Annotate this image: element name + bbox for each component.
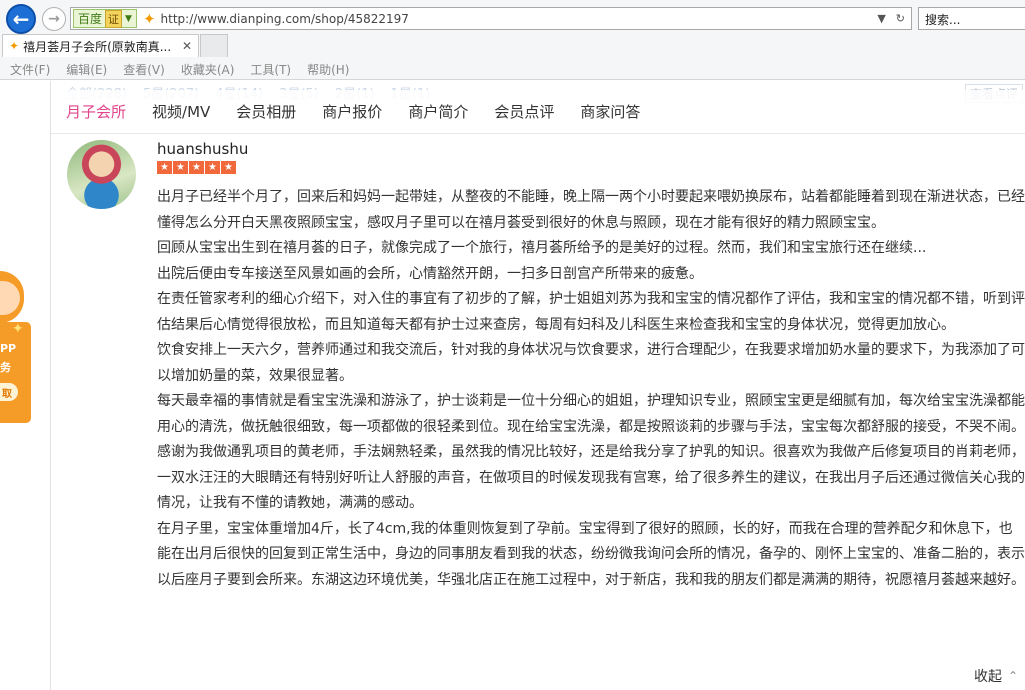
- review-paragraph: 每天最幸福的事情就是看宝宝洗澡和游泳了，护士谈莉是一位十分细心的姐姐，护理知识专…: [157, 393, 1025, 435]
- divider: [50, 81, 51, 690]
- browser-chrome: ← → 百度 证 ▼ ✦ http://www.dianping.com/sho…: [0, 0, 1025, 80]
- review-paragraph: 出月子已经半个月了，回来后和妈妈一起带娃，从整夜的不能睡，晚上隔一两个小时要起来…: [157, 189, 1025, 231]
- page-content: 全部(228) 5星(207) 4星(14) 3星(5) 2星(1) 1星(1)…: [0, 81, 1025, 690]
- review-paragraph: 在月子里，宝宝体重增加4斤，长了4cm,我的体重则恢复到了孕前。宝宝得到了很好的…: [157, 520, 1025, 588]
- review-paragraph: 回顾从宝宝出生到在禧月荟的日子，就像完成了一个旅行，禧月荟所给予的是美好的过程。…: [157, 240, 927, 256]
- tab-video[interactable]: 视频/MV: [152, 101, 210, 122]
- forward-button[interactable]: →: [42, 7, 66, 31]
- promo-line-2: 务: [0, 361, 11, 374]
- arrow-left-icon: ←: [12, 7, 30, 31]
- menu-bar: 文件(F) 编辑(E) 查看(V) 收藏夹(A) 工具(T) 帮助(H): [0, 58, 1025, 80]
- review-paragraph: 在责任管家考利的细心介绍下，对入住的事宜有了初步的了解，护士姐姐刘苏为我和宝宝的…: [157, 291, 1025, 333]
- search-input[interactable]: 搜索...: [918, 7, 1025, 30]
- search-engine-badge[interactable]: 百度 证 ▼: [73, 9, 137, 28]
- tab-intro[interactable]: 商户简介: [408, 101, 468, 122]
- review-username[interactable]: huanshushu: [157, 140, 248, 158]
- menu-edit[interactable]: 编辑(E): [66, 61, 107, 78]
- review-paragraph: 出院后便由专车接送至风景如画的会所，心情豁然开朗，一扫多日剖宫产所带来的疲惫。: [157, 265, 703, 282]
- search-engine-label: 百度: [78, 12, 103, 26]
- star-icon: ★: [157, 161, 172, 174]
- new-tab-button[interactable]: [200, 34, 228, 57]
- review-paragraph: 感谢为我做通乳项目的黄老师，手法娴熟轻柔，虽然我的情况比较好，还是给我分享了护乳…: [157, 444, 1025, 511]
- sparkle-icon: ✦: [12, 321, 24, 337]
- site-favicon-icon: ✦: [9, 39, 20, 53]
- collapse-label: 收起: [974, 669, 1002, 685]
- chevron-up-icon: ⌃: [1008, 669, 1019, 683]
- menu-tools[interactable]: 工具(T): [250, 61, 291, 78]
- chevron-down-icon: ▼: [125, 13, 132, 24]
- menu-file[interactable]: 文件(F): [10, 61, 50, 78]
- star-rating: ★ ★ ★ ★ ★: [157, 161, 236, 174]
- menu-favorites[interactable]: 收藏夹(A): [181, 61, 235, 78]
- menu-view[interactable]: 查看(V): [123, 61, 165, 78]
- back-button[interactable]: ←: [6, 4, 36, 34]
- tab-member-album[interactable]: 会员相册: [236, 101, 296, 122]
- site-favicon-icon: ✦: [142, 9, 156, 28]
- star-icon: ★: [221, 161, 236, 174]
- close-icon[interactable]: ✕: [182, 39, 192, 53]
- address-dropdown-icon[interactable]: ▼: [877, 12, 885, 25]
- promo-line-1: PP: [0, 342, 17, 355]
- tab-title: 禧月荟月子会所(原敦南真...: [23, 39, 172, 54]
- address-bar[interactable]: 百度 证 ▼ ✦ http://www.dianping.com/shop/45…: [70, 7, 912, 30]
- avatar[interactable]: [67, 140, 136, 209]
- menu-help[interactable]: 帮助(H): [307, 61, 349, 78]
- refresh-icon[interactable]: ↻: [896, 12, 905, 25]
- url-text[interactable]: http://www.dianping.com/shop/45822197: [161, 12, 878, 26]
- star-icon: ★: [173, 161, 188, 174]
- tab-maternity-center[interactable]: 月子会所: [66, 101, 126, 122]
- arrow-right-icon: →: [48, 11, 60, 27]
- review-body: 出月子已经半个月了，回来后和妈妈一起带娃，从整夜的不能睡，晚上隔一两个小时要起来…: [157, 185, 1025, 593]
- promo-button[interactable]: 取: [0, 383, 18, 401]
- browser-tab[interactable]: ✦ 禧月荟月子会所(原敦南真... ✕: [2, 34, 199, 57]
- certificate-icon: 证: [105, 9, 123, 28]
- star-icon: ★: [205, 161, 220, 174]
- tab-member-reviews[interactable]: 会员点评: [494, 101, 554, 122]
- review-paragraph: 饮食安排上一天六夕，营养师通过和我交流后，针对我的身体状况与饮食要求，进行合理配…: [157, 342, 1025, 384]
- tab-qa[interactable]: 商家问答: [580, 101, 640, 122]
- shop-subnav: 月子会所 视频/MV 会员相册 商户报价 商户简介 会员点评 商家问答: [51, 90, 1025, 134]
- star-icon: ★: [189, 161, 204, 174]
- tab-price[interactable]: 商户报价: [322, 101, 382, 122]
- collapse-button[interactable]: 收起 ⌃: [974, 666, 1018, 686]
- app-promo-card[interactable]: PP 务 取: [0, 322, 31, 423]
